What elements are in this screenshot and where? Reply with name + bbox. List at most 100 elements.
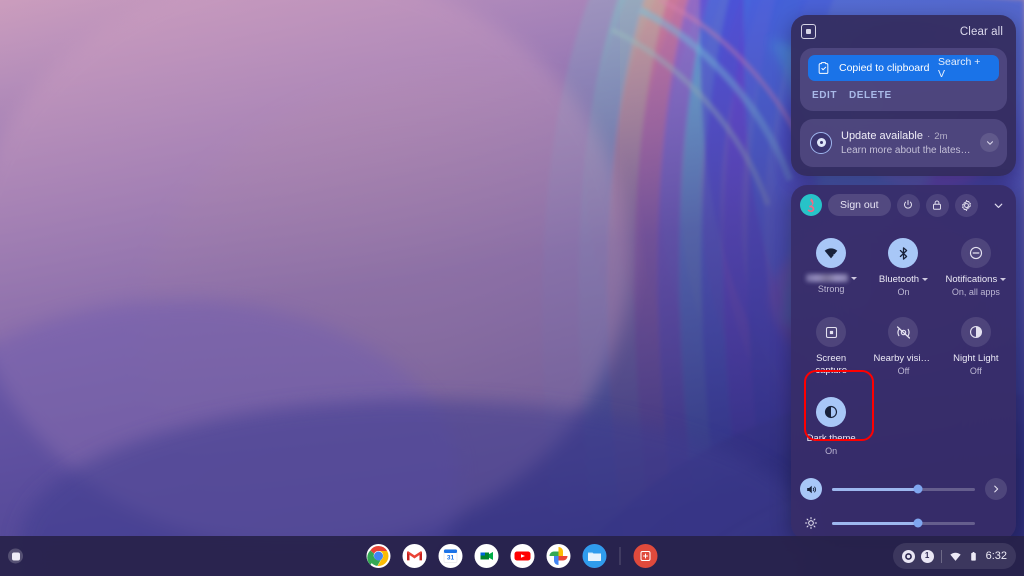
shelf-app-google-meet[interactable] [474, 544, 499, 568]
notification-count-badge: 1 [920, 549, 934, 563]
lock-icon [933, 200, 942, 210]
brightness-slider[interactable] [832, 518, 975, 528]
clipboard-notification-actions: EDIT DELETE [800, 81, 1007, 111]
tile-wifi[interactable]: Strong [795, 229, 867, 304]
power-button[interactable] [896, 193, 920, 217]
quick-settings-tile-row-2: Screen capture Nearby visibi... Off Nigh… [791, 304, 1016, 384]
clock[interactable]: 6:32 [986, 550, 1007, 562]
clear-all-button[interactable]: Clear all [960, 26, 1003, 38]
dark-theme-label-row: Dark theme [807, 433, 856, 444]
night-light-status: Off [969, 366, 982, 376]
files-folder-icon [583, 544, 606, 568]
bluetooth-label-row: Bluetooth [878, 274, 929, 285]
screen-capture-app-icon [634, 544, 657, 568]
gmail-icon [403, 544, 426, 568]
system-tray[interactable]: 1 6:32 [892, 543, 1016, 569]
volume-slider-row [791, 474, 1016, 505]
nearby-icon-container [888, 317, 919, 347]
tile-screen-capture[interactable]: Screen capture [795, 308, 867, 384]
nearby-label-row: Nearby visibi... [873, 353, 933, 364]
notification-panel-header: Clear all [791, 15, 1016, 48]
update-notification-text: Update available · 2m Learn more about t… [841, 130, 971, 156]
lock-button[interactable] [925, 193, 949, 217]
update-notification[interactable]: Update available · 2m Learn more about t… [800, 119, 1007, 167]
nearby-visibility-status: Off [897, 366, 910, 376]
audio-settings-button[interactable] [985, 478, 1007, 501]
update-notification-title: Update available [841, 129, 923, 142]
collapse-button[interactable] [988, 195, 1008, 215]
clipboard-delete-button[interactable]: DELETE [849, 90, 892, 101]
bluetooth-icon [899, 246, 908, 260]
night-light-icon-container [960, 317, 991, 347]
tile-night-light[interactable]: Night Light Off [940, 308, 1012, 384]
shelf-app-screen-capture[interactable] [633, 544, 658, 568]
tile-notifications[interactable]: Notifications On, all apps [940, 229, 1012, 304]
battery-icon[interactable] [968, 550, 979, 563]
clipboard-check-icon [818, 62, 829, 74]
desktop: Clear all Copied to clipboard Search + V… [0, 0, 1024, 576]
chevron-down-icon[interactable] [1000, 278, 1007, 281]
shelf-app-google-photos[interactable] [546, 544, 571, 568]
brightness-icon [804, 517, 818, 530]
wifi-icon-container [816, 238, 847, 268]
night-light-indicator-icon [901, 549, 915, 563]
clipboard-notification-body[interactable]: Copied to clipboard Search + V [808, 55, 999, 81]
volume-icon-container[interactable] [800, 478, 822, 501]
notifications-label: Notifications [945, 274, 998, 285]
bluetooth-icon-container [888, 238, 919, 268]
shelf: 31 1 6:32 [0, 536, 1024, 576]
update-separator: · [926, 130, 931, 142]
update-timestamp: 2m [934, 130, 948, 142]
volume-slider-knob[interactable] [913, 484, 923, 494]
dark-theme-label: Dark theme [806, 432, 856, 444]
brightness-icon-container[interactable] [800, 512, 822, 534]
settings-button[interactable] [954, 193, 978, 217]
screen-capture-icon[interactable] [801, 24, 816, 39]
quick-settings-tile-row-3: Dark theme On [791, 384, 1016, 463]
launcher-button[interactable] [8, 548, 23, 564]
shelf-app-chrome[interactable] [366, 544, 391, 568]
tray-separator [940, 549, 942, 563]
chevron-down-icon[interactable] [850, 276, 857, 280]
chevron-down-icon[interactable] [980, 133, 999, 152]
brightness-slider-knob[interactable] [913, 518, 923, 528]
moon-icon [969, 325, 982, 339]
notifications-label-row: Notifications [945, 274, 1007, 285]
volume-slider[interactable] [832, 484, 975, 494]
wifi-icon[interactable] [949, 550, 962, 563]
shelf-app-files[interactable] [582, 544, 607, 568]
sign-out-button[interactable]: Sign out [828, 194, 891, 216]
notification-count-value: 1 [924, 551, 930, 560]
clipboard-shortcut-hint: Search + V [938, 56, 981, 80]
notifications-status: On, all apps [951, 287, 1000, 297]
tile-dark-theme[interactable]: Dark theme On [795, 388, 867, 463]
avatar-figure-icon [807, 198, 815, 213]
wifi-icon [824, 248, 838, 259]
chevron-down-icon[interactable] [922, 278, 929, 281]
wifi-label-row [805, 274, 857, 282]
shelf-separator [619, 547, 621, 565]
chevron-down-icon [994, 203, 1002, 208]
do-not-disturb-icon [969, 246, 982, 260]
shelf-app-google-calendar[interactable]: 31 [438, 544, 463, 568]
shelf-app-youtube[interactable] [510, 544, 535, 568]
night-light-label-row: Night Light [953, 353, 998, 364]
chrome-icon [367, 544, 390, 568]
clipboard-notification[interactable]: Copied to clipboard Search + V EDIT DELE… [800, 48, 1007, 111]
bluetooth-label: Bluetooth [878, 274, 920, 285]
clipboard-edit-button[interactable]: EDIT [812, 90, 837, 101]
shelf-app-gmail[interactable] [402, 544, 427, 568]
screen-capture-label-row: Screen capture [802, 353, 860, 377]
google-meet-icon [475, 544, 498, 568]
quick-settings-tile-row-1: Strong Bluetooth On Notifications On, al… [791, 225, 1016, 304]
avatar[interactable] [800, 194, 822, 216]
brightness-slider-row [791, 508, 1016, 539]
dark-theme-status: On [825, 445, 838, 456]
tile-nearby-visibility[interactable]: Nearby visibi... Off [867, 308, 939, 384]
tile-bluetooth[interactable]: Bluetooth On [867, 229, 939, 304]
contrast-icon [825, 405, 838, 418]
nearby-share-off-icon [896, 325, 911, 339]
bluetooth-status: On [897, 287, 910, 297]
screen-capture-icon-container [816, 317, 847, 347]
power-icon [904, 200, 913, 209]
